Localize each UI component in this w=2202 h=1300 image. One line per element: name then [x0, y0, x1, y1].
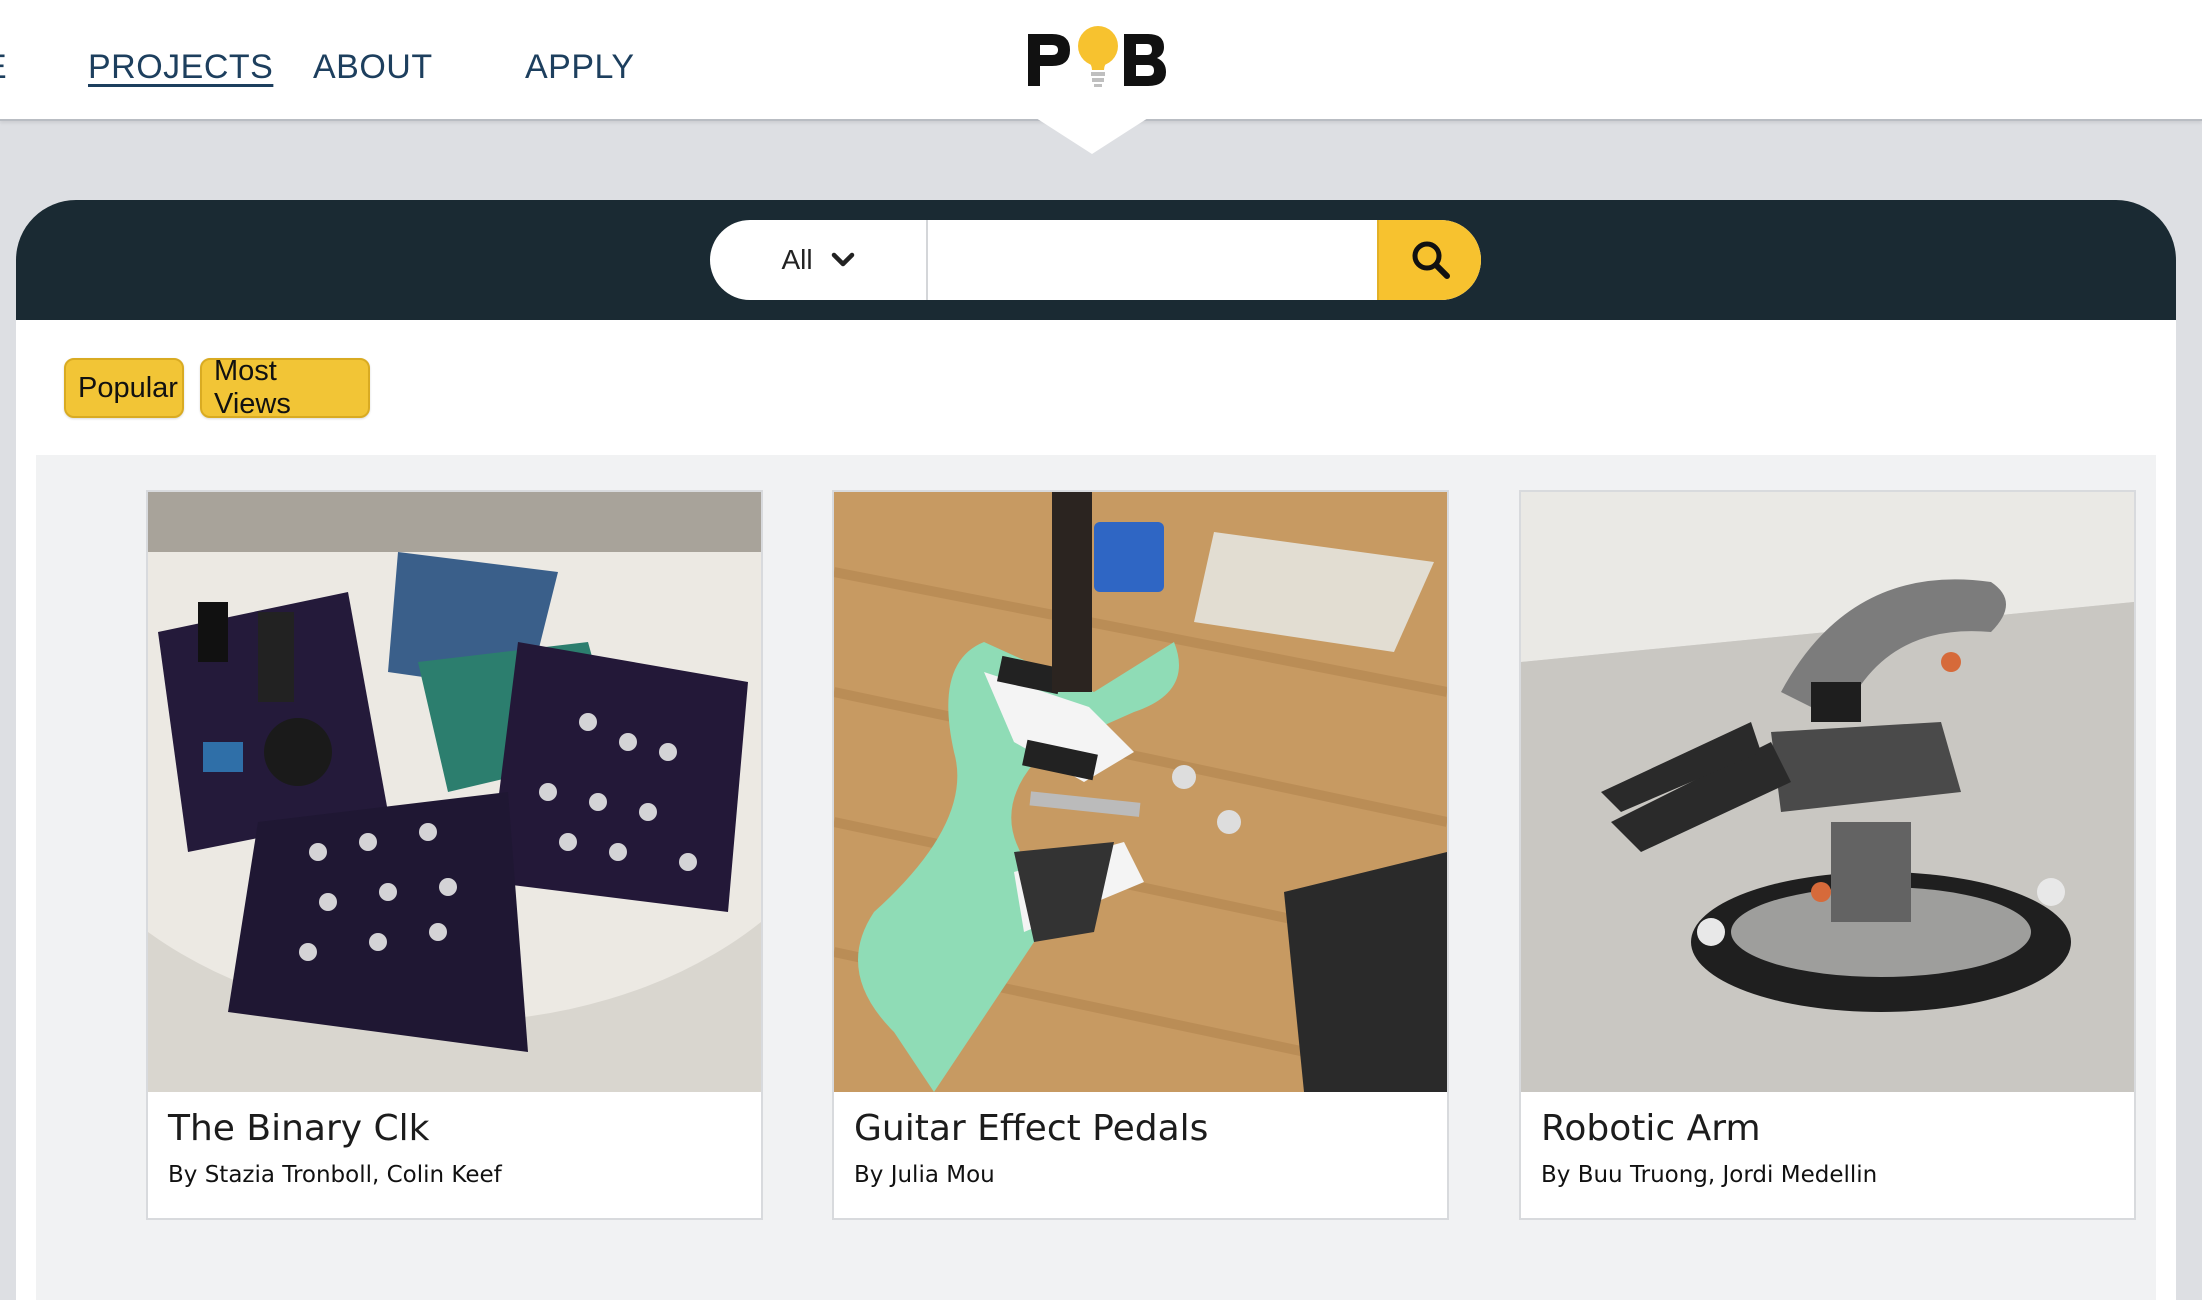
- search-icon: [1412, 241, 1450, 279]
- project-author: By Buu Truong, Jordi Medellin: [1541, 1162, 1878, 1188]
- project-author: By Julia Mou: [854, 1162, 995, 1188]
- search-input[interactable]: [929, 220, 1361, 300]
- nav-item-home-cut[interactable]: E: [0, 48, 7, 87]
- search-box: All: [710, 220, 1481, 300]
- project-title[interactable]: The Binary Clk: [168, 1108, 430, 1149]
- project-card-guitar-effect-pedals[interactable]: Guitar Effect Pedals By Julia Mou: [832, 490, 1449, 1220]
- nav-item-projects[interactable]: PROJECTS: [88, 48, 273, 87]
- search-bar: All: [16, 200, 2176, 320]
- category-select[interactable]: All: [710, 220, 928, 300]
- project-author: By Stazia Tronboll, Colin Keef: [168, 1162, 502, 1188]
- project-image-robotic-arm: [1521, 492, 2134, 1092]
- nav-item-apply[interactable]: APPLY: [525, 48, 635, 87]
- search-button[interactable]: [1377, 220, 1481, 300]
- site-logo[interactable]: [1026, 24, 1168, 92]
- project-card-robotic-arm[interactable]: Robotic Arm By Buu Truong, Jordi Medelli…: [1519, 490, 2136, 1220]
- project-title[interactable]: Robotic Arm: [1541, 1108, 1761, 1149]
- filter-most-views-button[interactable]: Most Views: [200, 355, 370, 420]
- projects-panel: All Popular Most Views The Binary Clk By…: [16, 200, 2176, 1300]
- project-image-circuit-boards: [148, 492, 761, 1092]
- category-select-value: All: [781, 244, 813, 275]
- project-grid: The Binary Clk By Stazia Tronboll, Colin…: [36, 455, 2156, 1300]
- logo-notch: [1036, 118, 1148, 154]
- project-card-binary-clk[interactable]: The Binary Clk By Stazia Tronboll, Colin…: [146, 490, 763, 1220]
- nav-item-about[interactable]: ABOUT: [313, 48, 433, 87]
- filter-popular-button[interactable]: Popular: [64, 358, 184, 418]
- project-image-guitar: [834, 492, 1447, 1092]
- project-title[interactable]: Guitar Effect Pedals: [854, 1108, 1208, 1149]
- chevron-down-icon: [831, 252, 854, 267]
- top-nav-bar: E PROJECTS ABOUT APPLY: [0, 0, 2202, 121]
